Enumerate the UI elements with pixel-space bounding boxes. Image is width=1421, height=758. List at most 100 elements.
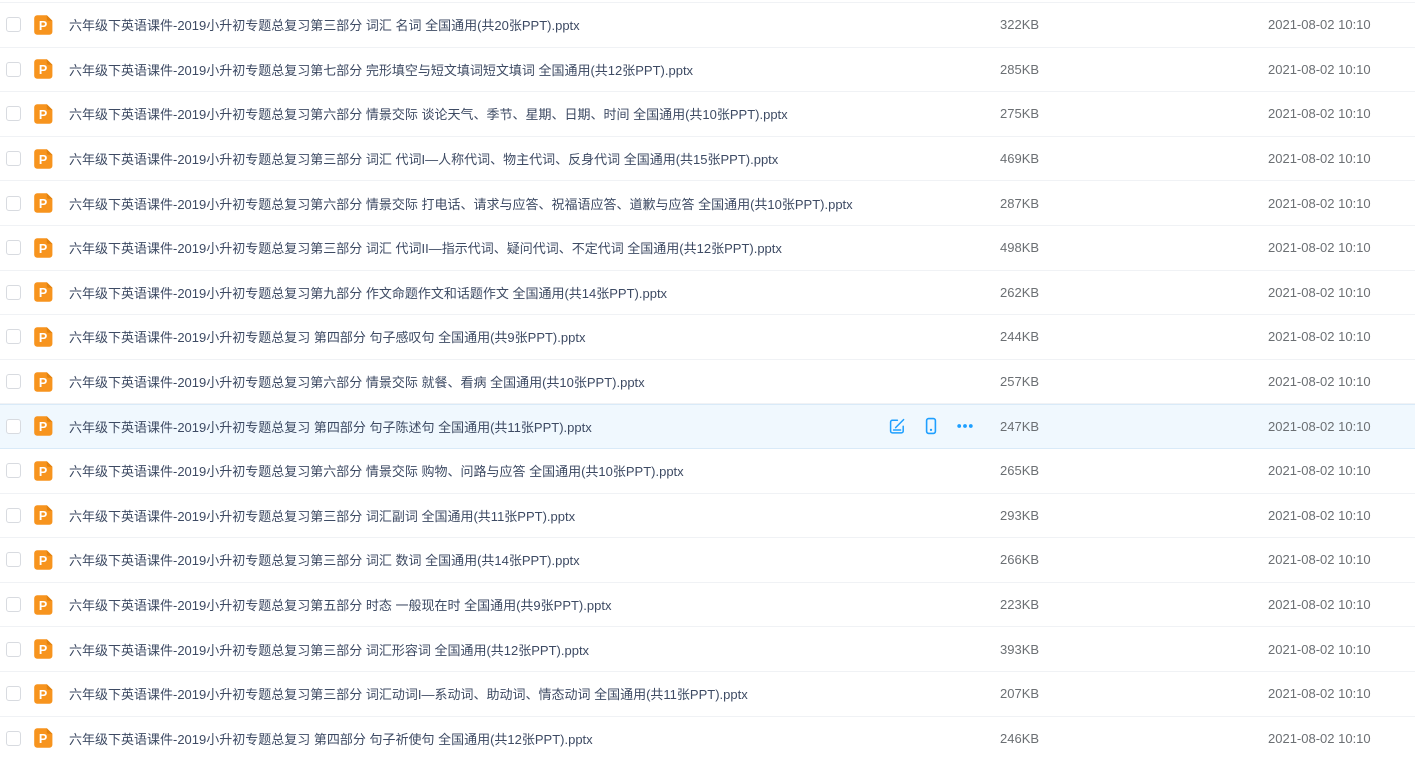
- svg-text:P: P: [39, 19, 47, 33]
- file-date: 2021-08-02 10:10: [1268, 508, 1415, 523]
- file-date: 2021-08-02 10:10: [1268, 597, 1415, 612]
- row-checkbox[interactable]: [6, 463, 21, 478]
- svg-text:P: P: [39, 153, 47, 167]
- ppt-file-icon: P: [33, 415, 55, 437]
- svg-text:P: P: [39, 465, 47, 479]
- file-name[interactable]: 六年级下英语课件-2019小升初专题总复习第六部分 情景交际 谈论天气、季节、星…: [69, 104, 880, 123]
- file-name[interactable]: 六年级下英语课件-2019小升初专题总复习第七部分 完形填空与短文填词短文填词 …: [69, 60, 880, 79]
- file-name[interactable]: 六年级下英语课件-2019小升初专题总复习第三部分 词汇 代词II—指示代词、疑…: [69, 238, 880, 257]
- svg-text:P: P: [39, 331, 47, 345]
- file-name[interactable]: 六年级下英语课件-2019小升初专题总复习第三部分 词汇 名词 全国通用(共20…: [69, 15, 880, 34]
- svg-text:P: P: [39, 554, 47, 568]
- svg-text:P: P: [39, 420, 47, 434]
- file-size: 322KB: [1000, 17, 1268, 32]
- row-checkbox[interactable]: [6, 642, 21, 657]
- send-to-phone-icon[interactable]: [922, 417, 940, 435]
- svg-text:P: P: [39, 197, 47, 211]
- ppt-file-icon: P: [33, 683, 55, 705]
- ppt-file-icon: P: [33, 727, 55, 749]
- file-row[interactable]: P 六年级下英语课件-2019小升初专题总复习 第四部分 句子祈使句 全国通用(…: [0, 717, 1415, 758]
- file-name[interactable]: 六年级下英语课件-2019小升初专题总复习第三部分 词汇 代词I—人称代词、物主…: [69, 149, 880, 168]
- file-row[interactable]: P 六年级下英语课件-2019小升初专题总复习第五部分 时态 一般现在时 全国通…: [0, 583, 1415, 628]
- row-actions: [880, 417, 1000, 435]
- row-checkbox[interactable]: [6, 106, 21, 121]
- file-row[interactable]: P 六年级下英语课件-2019小升初专题总复习第六部分 情景交际 购物、问路与应…: [0, 449, 1415, 494]
- file-date: 2021-08-02 10:10: [1268, 240, 1415, 255]
- row-checkbox[interactable]: [6, 508, 21, 523]
- ppt-file-icon: P: [33, 148, 55, 170]
- file-name[interactable]: 六年级下英语课件-2019小升初专题总复习第三部分 词汇 数词 全国通用(共14…: [69, 550, 880, 569]
- file-name[interactable]: 六年级下英语课件-2019小升初专题总复习 第四部分 句子祈使句 全国通用(共1…: [69, 729, 880, 748]
- rename-edit-icon[interactable]: [888, 417, 906, 435]
- file-size: 246KB: [1000, 731, 1268, 746]
- row-checkbox[interactable]: [6, 597, 21, 612]
- file-row[interactable]: P 六年级下英语课件-2019小升初专题总复习第六部分 情景交际 就餐、看病 全…: [0, 360, 1415, 405]
- file-name[interactable]: 六年级下英语课件-2019小升初专题总复习第九部分 作文命题作文和话题作文 全国…: [69, 283, 880, 302]
- file-name[interactable]: 六年级下英语课件-2019小升初专题总复习第三部分 词汇副词 全国通用(共11张…: [69, 506, 880, 525]
- file-name[interactable]: 六年级下英语课件-2019小升初专题总复习第六部分 情景交际 打电话、请求与应答…: [69, 194, 880, 213]
- file-row[interactable]: P 六年级下英语课件-2019小升初专题总复习 第四部分 句子感叹句 全国通用(…: [0, 315, 1415, 360]
- row-checkbox[interactable]: [6, 196, 21, 211]
- file-date: 2021-08-02 10:10: [1268, 17, 1415, 32]
- ppt-file-icon: P: [33, 58, 55, 80]
- file-row[interactable]: P 六年级下英语课件-2019小升初专题总复习第七部分 完形填空与短文填词短文填…: [0, 48, 1415, 93]
- file-row[interactable]: P 六年级下英语课件-2019小升初专题总复习第九部分 作文命题作文和话题作文 …: [0, 271, 1415, 316]
- row-checkbox[interactable]: [6, 686, 21, 701]
- file-size: 393KB: [1000, 642, 1268, 657]
- row-checkbox[interactable]: [6, 151, 21, 166]
- file-date: 2021-08-02 10:10: [1268, 196, 1415, 211]
- file-date: 2021-08-02 10:10: [1268, 552, 1415, 567]
- ppt-file-icon: P: [33, 371, 55, 393]
- file-size: 469KB: [1000, 151, 1268, 166]
- file-size: 262KB: [1000, 285, 1268, 300]
- file-row[interactable]: P 六年级下英语课件-2019小升初专题总复习 第四部分 句子陈述句 全国通用(…: [0, 404, 1415, 449]
- file-size: 223KB: [1000, 597, 1268, 612]
- row-checkbox[interactable]: [6, 419, 21, 434]
- file-size: 244KB: [1000, 329, 1268, 344]
- file-name[interactable]: 六年级下英语课件-2019小升初专题总复习第三部分 词汇动词I—系动词、助动词、…: [69, 684, 880, 703]
- ppt-file-icon: P: [33, 192, 55, 214]
- file-name[interactable]: 六年级下英语课件-2019小升初专题总复习第三部分 词汇形容词 全国通用(共12…: [69, 640, 880, 659]
- svg-text:P: P: [39, 376, 47, 390]
- row-checkbox[interactable]: [6, 731, 21, 746]
- file-name[interactable]: 六年级下英语课件-2019小升初专题总复习 第四部分 句子感叹句 全国通用(共9…: [69, 327, 880, 346]
- more-actions-icon[interactable]: [956, 417, 974, 435]
- file-row[interactable]: P 六年级下英语课件-2019小升初专题总复习第三部分 词汇形容词 全国通用(共…: [0, 627, 1415, 672]
- row-checkbox[interactable]: [6, 240, 21, 255]
- file-row[interactable]: P 六年级下英语课件-2019小升初专题总复习第三部分 词汇副词 全国通用(共1…: [0, 494, 1415, 539]
- ppt-file-icon: P: [33, 504, 55, 526]
- file-row[interactable]: P 六年级下英语课件-2019小升初专题总复习第三部分 词汇 名词 全国通用(共…: [0, 3, 1415, 48]
- svg-text:P: P: [39, 509, 47, 523]
- row-checkbox[interactable]: [6, 329, 21, 344]
- file-name[interactable]: 六年级下英语课件-2019小升初专题总复习 第四部分 句子陈述句 全国通用(共1…: [69, 417, 880, 436]
- file-size: 285KB: [1000, 62, 1268, 77]
- row-checkbox[interactable]: [6, 552, 21, 567]
- svg-text:P: P: [39, 63, 47, 77]
- file-row[interactable]: P 六年级下英语课件-2019小升初专题总复习第三部分 词汇 代词I—人称代词、…: [0, 137, 1415, 182]
- file-size: 207KB: [1000, 686, 1268, 701]
- ppt-file-icon: P: [33, 237, 55, 259]
- file-name[interactable]: 六年级下英语课件-2019小升初专题总复习第六部分 情景交际 购物、问路与应答 …: [69, 461, 880, 480]
- file-size: 287KB: [1000, 196, 1268, 211]
- svg-text:P: P: [39, 242, 47, 256]
- file-name[interactable]: 六年级下英语课件-2019小升初专题总复习第六部分 情景交际 就餐、看病 全国通…: [69, 372, 880, 391]
- file-row[interactable]: P 六年级下英语课件-2019小升初专题总复习第三部分 词汇 数词 全国通用(共…: [0, 538, 1415, 583]
- svg-text:P: P: [39, 688, 47, 702]
- svg-text:P: P: [39, 286, 47, 300]
- row-checkbox[interactable]: [6, 17, 21, 32]
- file-row[interactable]: P 六年级下英语课件-2019小升初专题总复习第六部分 情景交际 谈论天气、季节…: [0, 92, 1415, 137]
- file-date: 2021-08-02 10:10: [1268, 374, 1415, 389]
- file-size: 266KB: [1000, 552, 1268, 567]
- file-row[interactable]: P 六年级下英语课件-2019小升初专题总复习第三部分 词汇 代词II—指示代词…: [0, 226, 1415, 271]
- row-checkbox[interactable]: [6, 62, 21, 77]
- row-checkbox[interactable]: [6, 374, 21, 389]
- file-row[interactable]: P 六年级下英语课件-2019小升初专题总复习第六部分 情景交际 打电话、请求与…: [0, 181, 1415, 226]
- file-name[interactable]: 六年级下英语课件-2019小升初专题总复习第五部分 时态 一般现在时 全国通用(…: [69, 595, 880, 614]
- file-date: 2021-08-02 10:10: [1268, 419, 1415, 434]
- file-date: 2021-08-02 10:10: [1268, 642, 1415, 657]
- ppt-file-icon: P: [33, 326, 55, 348]
- file-list: P 六年级下英语课件-2019小升初专题总复习第三部分 词汇 名词 全国通用(共…: [0, 2, 1415, 758]
- row-checkbox[interactable]: [6, 285, 21, 300]
- file-row[interactable]: P 六年级下英语课件-2019小升初专题总复习第三部分 词汇动词I—系动词、助动…: [0, 672, 1415, 717]
- file-size: 257KB: [1000, 374, 1268, 389]
